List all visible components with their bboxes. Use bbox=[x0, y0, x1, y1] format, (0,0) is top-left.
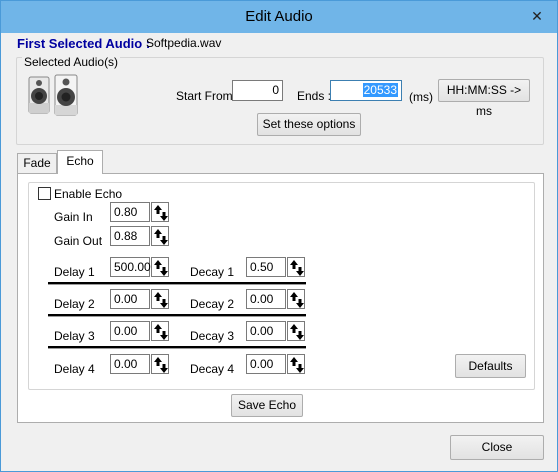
decay-3-label: Decay 3 bbox=[190, 329, 235, 343]
decay-2-label: Decay 2 bbox=[190, 297, 235, 311]
selected-audio-group-label: Selected Audio(s) bbox=[22, 55, 121, 69]
delay-1-label: Delay 1 bbox=[54, 265, 95, 279]
edit-audio-window: Edit Audio ✕ First Selected Audio : Soft… bbox=[0, 0, 558, 472]
delay-4-label: Delay 4 bbox=[54, 362, 95, 376]
decay-3-spinner[interactable] bbox=[287, 321, 305, 341]
ends-input[interactable]: 20533 bbox=[330, 80, 402, 101]
decay-4-input[interactable]: 0.00 bbox=[246, 354, 286, 374]
ends-input-selected-text: 20533 bbox=[362, 83, 398, 97]
tab-fade[interactable]: Fade bbox=[17, 153, 57, 173]
close-button[interactable]: Close bbox=[450, 435, 544, 460]
decay-2-input[interactable]: 0.00 bbox=[246, 289, 286, 309]
decay-4-spinner[interactable] bbox=[287, 354, 305, 374]
gain-in-label: Gain In bbox=[54, 210, 93, 224]
start-from-input[interactable]: 0 bbox=[232, 80, 283, 101]
window-title: Edit Audio bbox=[245, 8, 313, 25]
delay-4-input[interactable]: 0.00 bbox=[110, 354, 150, 374]
title-bar[interactable]: Edit Audio ✕ bbox=[1, 1, 557, 33]
enable-echo-label: Enable Echo bbox=[54, 187, 123, 201]
decay-1-label: Decay 1 bbox=[190, 265, 235, 279]
selected-filename: Softpedia.wav bbox=[146, 36, 222, 50]
delay-2-input[interactable]: 0.00 bbox=[110, 289, 150, 309]
dialog-footer: Close bbox=[8, 427, 551, 466]
row-separator bbox=[48, 346, 306, 349]
speaker-icon bbox=[26, 73, 80, 117]
defaults-button[interactable]: Defaults bbox=[455, 354, 526, 378]
ms-unit-label: (ms) bbox=[409, 90, 433, 104]
gain-out-label: Gain Out bbox=[54, 234, 103, 248]
first-selected-label: First Selected Audio : bbox=[17, 36, 151, 51]
start-from-label: Start From : bbox=[176, 89, 240, 103]
decay-2-spinner[interactable] bbox=[287, 289, 305, 309]
decay-3-input[interactable]: 0.00 bbox=[246, 321, 286, 341]
delay-3-label: Delay 3 bbox=[54, 329, 95, 343]
hms-to-ms-button[interactable]: HH:MM:SS -> ms bbox=[438, 79, 530, 118]
enable-echo-checkbox[interactable] bbox=[38, 187, 51, 200]
echo-tab-panel: Enable Echo Gain In 0.80 Gain Out 0.88 D… bbox=[17, 173, 544, 423]
tab-echo[interactable]: Echo bbox=[57, 150, 103, 174]
row-separator bbox=[48, 314, 306, 317]
gain-out-spinner[interactable] bbox=[151, 226, 169, 246]
gain-in-spinner[interactable] bbox=[151, 202, 169, 222]
decay-4-label: Decay 4 bbox=[190, 362, 235, 376]
delay-1-input[interactable]: 500.00 bbox=[110, 257, 151, 277]
delay-2-spinner[interactable] bbox=[151, 289, 169, 309]
decay-1-input[interactable]: 0.50 bbox=[246, 257, 286, 277]
window-close-icon[interactable]: ✕ bbox=[526, 7, 548, 25]
ends-label: Ends : bbox=[297, 89, 332, 103]
delay-2-label: Delay 2 bbox=[54, 297, 95, 311]
delay-1-spinner[interactable] bbox=[151, 257, 169, 277]
row-separator bbox=[48, 282, 306, 285]
delay-3-input[interactable]: 0.00 bbox=[110, 321, 150, 341]
save-echo-button[interactable]: Save Echo bbox=[231, 394, 303, 417]
set-options-button[interactable]: Set these options bbox=[257, 113, 361, 136]
gain-in-input[interactable]: 0.80 bbox=[110, 202, 150, 222]
delay-3-spinner[interactable] bbox=[151, 321, 169, 341]
gain-out-input[interactable]: 0.88 bbox=[110, 226, 150, 246]
delay-4-spinner[interactable] bbox=[151, 354, 169, 374]
decay-1-spinner[interactable] bbox=[287, 257, 305, 277]
dialog-client: First Selected Audio : Softpedia.wav Sel… bbox=[8, 33, 551, 466]
